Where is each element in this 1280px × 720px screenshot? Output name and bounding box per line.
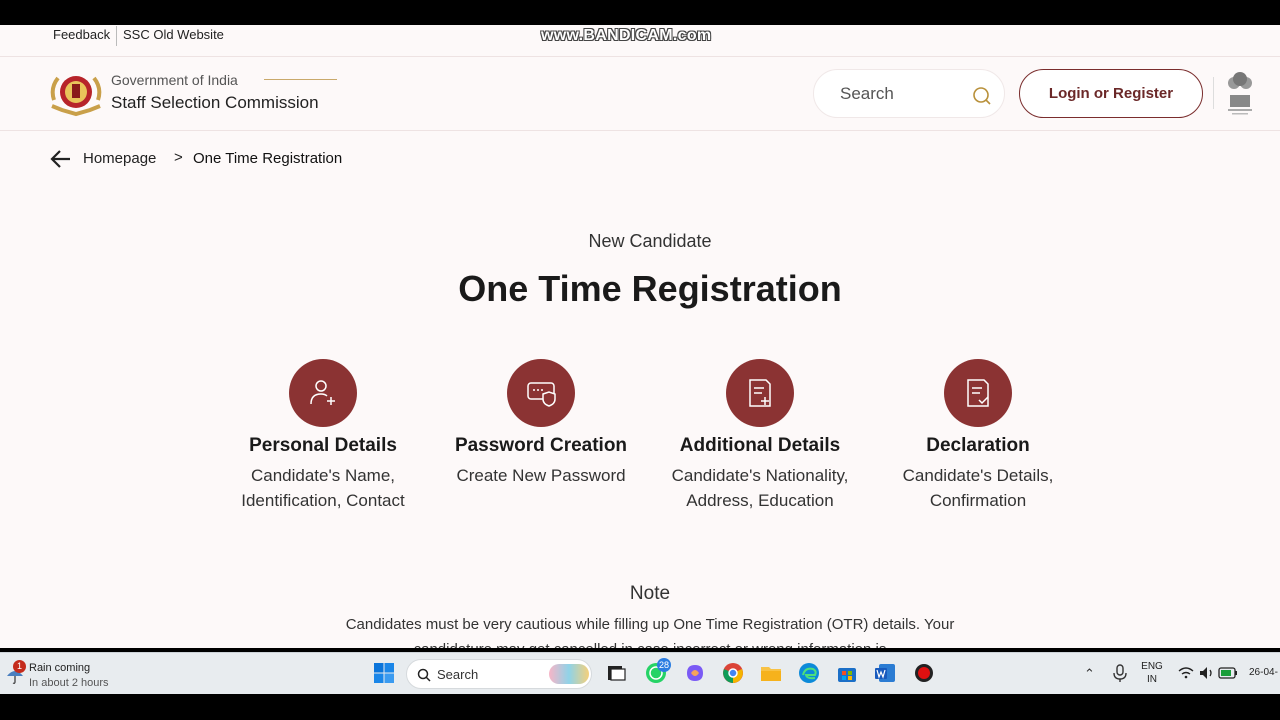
- step-icon-circle: [944, 359, 1012, 427]
- user-plus-icon: [310, 380, 335, 405]
- site-header: Government of India Staff Selection Comm…: [0, 57, 1280, 131]
- step-title: Personal Details: [249, 435, 397, 456]
- login-register-button[interactable]: Login or Register: [1019, 69, 1203, 118]
- record-icon[interactable]: [912, 661, 936, 685]
- note-heading: Note: [629, 583, 671, 604]
- breadcrumb-home-link[interactable]: Homepage: [83, 150, 156, 167]
- org-name: Staff Selection Commission: [111, 93, 319, 112]
- lang-code: ENG: [1141, 661, 1163, 672]
- national-emblem-icon: [1228, 72, 1252, 115]
- gov-label: Government of India: [111, 72, 238, 88]
- step-declaration: Declaration Candidate's Details, Confirm…: [868, 359, 1088, 513]
- note-text: Candidates must be very cautious while f…: [345, 616, 955, 648]
- web-page: Feedback SSC Old Website www.BANDICAM.co…: [0, 25, 1280, 648]
- step-description: Create New Password: [456, 466, 626, 485]
- chevron-up-icon[interactable]: ⌃: [1084, 666, 1095, 682]
- battery-icon[interactable]: [1216, 661, 1240, 685]
- document-plus-icon: [749, 379, 771, 407]
- recording-watermark: www.BANDICAM.com: [541, 27, 712, 44]
- region-code: IN: [1147, 674, 1157, 685]
- step-additional-details: Additional Details Candidate's Nationali…: [650, 359, 870, 513]
- step-title: Declaration: [926, 435, 1030, 456]
- taskbar-search[interactable]: Search: [406, 659, 592, 689]
- step-password-creation: Password Creation Create New Password: [431, 359, 651, 489]
- search-box[interactable]: Search: [813, 69, 1005, 118]
- language-indicator[interactable]: ENG IN: [1140, 660, 1164, 686]
- page-subtitle: New Candidate: [588, 231, 712, 251]
- edge-icon[interactable]: [797, 661, 821, 685]
- clock-date[interactable]: 26-04-: [1249, 667, 1278, 678]
- step-icon-circle: [289, 359, 357, 427]
- screen: Feedback SSC Old Website www.BANDICAM.co…: [0, 0, 1280, 720]
- word-icon[interactable]: [873, 661, 897, 685]
- search-icon[interactable]: [972, 86, 992, 106]
- weather-title: Rain coming: [29, 662, 91, 674]
- step-title: Password Creation: [454, 435, 628, 456]
- windows-start-icon[interactable]: [372, 661, 396, 685]
- breadcrumb-separator: >: [174, 149, 183, 166]
- microsoft-store-icon[interactable]: [835, 661, 859, 685]
- step-description: Candidate's Details, Confirmation: [902, 466, 1054, 510]
- breadcrumb-current: One Time Registration: [193, 150, 343, 167]
- notification-badge: 1: [13, 660, 26, 673]
- password-shield-icon: [527, 382, 556, 407]
- search-placeholder: Search: [840, 84, 894, 103]
- taskbar-search-label: Search: [437, 667, 479, 682]
- ssc-logo-icon[interactable]: [48, 68, 104, 118]
- taskbar: 1 Rain coming In about 2 hours Search 28: [0, 652, 1280, 694]
- decor-line: [264, 79, 337, 80]
- weather-subtitle: In about 2 hours: [29, 677, 109, 689]
- whatsapp-badge: 28: [657, 658, 671, 672]
- weather-widget[interactable]: 1 Rain coming In about 2 hours: [6, 659, 126, 691]
- step-title: Additional Details: [679, 435, 841, 456]
- chrome-icon[interactable]: [721, 661, 745, 685]
- task-view-icon[interactable]: [604, 661, 628, 685]
- step-icon-circle: [507, 359, 575, 427]
- microphone-icon[interactable]: [1108, 661, 1132, 685]
- search-icon: [417, 668, 431, 682]
- back-arrow-icon[interactable]: [50, 149, 72, 169]
- divider: [1213, 77, 1214, 109]
- old-website-link[interactable]: SSC Old Website: [123, 27, 224, 42]
- step-personal-details: Personal Details Candidate's Name, Ident…: [213, 359, 433, 513]
- feedback-link[interactable]: Feedback: [53, 27, 110, 42]
- step-description: Candidate's Name, Identification, Contac…: [241, 466, 405, 510]
- copilot-icon[interactable]: [683, 661, 707, 685]
- document-check-icon: [967, 379, 989, 407]
- search-highlight-icon: [549, 664, 589, 684]
- file-explorer-icon[interactable]: [759, 661, 783, 685]
- step-icon-circle: [726, 359, 794, 427]
- divider: [116, 26, 117, 46]
- page-title: One Time Registration: [458, 268, 842, 309]
- step-description: Candidate's Nationality, Address, Educat…: [671, 466, 849, 510]
